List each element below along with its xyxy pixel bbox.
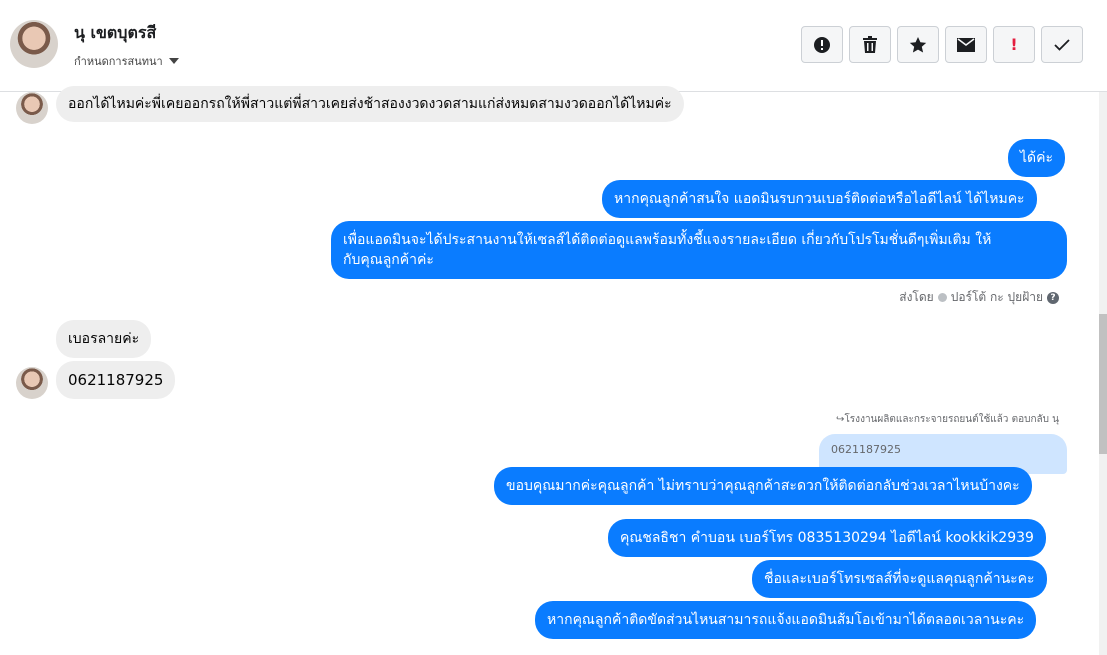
- star-button[interactable]: [897, 26, 939, 63]
- delete-button[interactable]: [849, 26, 891, 63]
- contact-avatar[interactable]: [10, 20, 58, 68]
- outgoing-message: ชื่อและเบอร์โทรเซลส์ที่จะดูแลคุณลูกค้านะ…: [752, 560, 1047, 598]
- mail-button[interactable]: [945, 26, 987, 63]
- message-line: เพื่อแอดมินจะได้ประสานงานให้เซลส์ได้ติดต…: [343, 232, 992, 248]
- message-thread[interactable]: ออกได้ไหมค่ะพี่เคยออกรถให้พี่สาวแต่พี่สา…: [0, 86, 1099, 655]
- outgoing-message: ได้ค่ะ: [1008, 139, 1066, 177]
- outgoing-message: คุณชลธิชา คำบอน เบอร์โทร 0835130294 ไอดี…: [608, 519, 1046, 557]
- trash-icon: [863, 35, 877, 53]
- scrollbar-thumb[interactable]: [1099, 314, 1107, 454]
- sent-by-info: ส่งโดย ปอร์โต้ กะ ปุยฝ้าย ?: [899, 288, 1059, 307]
- outgoing-message: หากคุณลูกค้าสนใจ แอดมินรบกวนเบอร์ติดต่อห…: [602, 180, 1037, 218]
- toolbar: !: [801, 26, 1083, 63]
- outgoing-message: เพื่อแอดมินจะได้ประสานงานให้เซลส์ได้ติดต…: [331, 221, 1067, 279]
- alert-button[interactable]: [801, 26, 843, 63]
- alert-icon: [814, 36, 830, 53]
- done-button[interactable]: [1041, 26, 1083, 63]
- schedule-label: กำหนดการสนทนา: [74, 55, 163, 68]
- outgoing-message: หากคุณลูกค้าติดขัดส่วนไหนสามารถแจ้งแอดมิ…: [535, 601, 1037, 639]
- verified-icon: [937, 293, 947, 302]
- incoming-message: 0621187925: [56, 361, 176, 399]
- help-icon[interactable]: ?: [1047, 291, 1059, 304]
- reply-note: ↪โรงงานผลิตและกระจายรถยนต์ใช้แล้ว ตอบกลั…: [836, 414, 1059, 425]
- outgoing-message: ขอบคุณมากค่ะคุณลูกค้า ไม่ทราบว่าคุณลูกค้…: [494, 467, 1032, 505]
- important-button[interactable]: !: [993, 26, 1035, 63]
- contact-name[interactable]: นุ เขตบุตรสี: [74, 21, 156, 46]
- caret-down-icon: [168, 58, 179, 64]
- incoming-message: เบอรลายค่ะ: [56, 320, 152, 358]
- incoming-message: ออกได้ไหมค่ะพี่เคยออกรถให้พี่สาวแต่พี่สา…: [56, 86, 684, 122]
- check-icon: [1054, 38, 1070, 51]
- conversation-schedule-dropdown[interactable]: กำหนดการสนทนา: [74, 52, 179, 70]
- mail-icon: [957, 37, 975, 52]
- message-line: กับคุณลูกค้าค่ะ: [343, 252, 434, 268]
- sent-by-prefix: ส่งโดย: [899, 290, 934, 304]
- conversation-header: นุ เขตบุตรสี กำหนดการสนทนา !: [0, 0, 1107, 92]
- contact-avatar-small: [16, 367, 48, 399]
- contact-avatar-small: [16, 92, 48, 124]
- star-icon: [909, 36, 927, 52]
- scrollbar[interactable]: [1099, 92, 1107, 655]
- sent-by-name: ปอร์โต้ กะ ปุยฝ้าย: [950, 290, 1043, 304]
- exclaim-icon: !: [1010, 35, 1018, 54]
